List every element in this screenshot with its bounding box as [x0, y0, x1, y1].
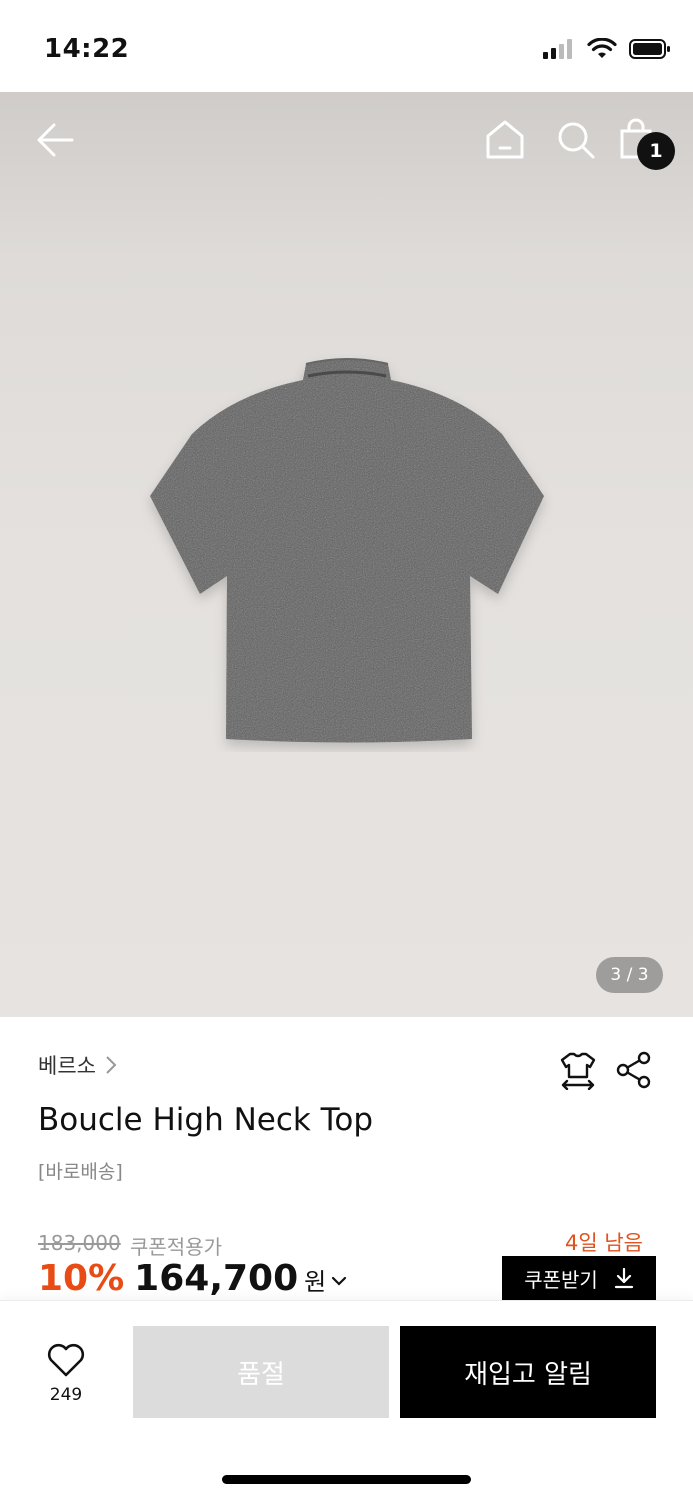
image-page-indicator: 3 / 3 [596, 957, 663, 993]
original-price: 183,000 [38, 1231, 121, 1255]
status-time: 14:22 [44, 34, 130, 64]
home-icon [486, 120, 524, 159]
soldout-button: 품절 [133, 1326, 389, 1418]
chevron-right-icon [106, 1056, 117, 1074]
chevron-down-icon [332, 1276, 347, 1286]
product-title: Boucle High Neck Top [38, 1102, 373, 1138]
arrow-left-icon [37, 123, 74, 157]
coupon-days-left: 4일 남음 [565, 1231, 643, 1255]
search-icon [558, 122, 595, 159]
top-navigation [0, 92, 693, 188]
size-guide-button[interactable] [558, 1050, 598, 1091]
discount-rate: 10% [38, 1258, 125, 1299]
brand-name: 베르소 [38, 1054, 96, 1078]
search-button[interactable] [555, 118, 597, 162]
status-icons [543, 38, 671, 60]
battery-icon [629, 39, 670, 59]
cart-count-badge: 1 [637, 132, 675, 170]
size-guide-icon [560, 1052, 596, 1091]
like-count: 249 [49, 1385, 83, 1405]
heart-icon [47, 1343, 85, 1377]
coupon-button-label: 쿠폰받기 [524, 1267, 598, 1292]
back-button[interactable] [34, 118, 78, 162]
sale-price: 164,700 [134, 1258, 299, 1299]
share-button[interactable] [614, 1050, 654, 1090]
wifi-icon [587, 38, 617, 58]
download-icon [614, 1267, 633, 1289]
share-icon [616, 1051, 651, 1089]
currency-unit: 원 [304, 1268, 327, 1296]
product-image-gallery[interactable]: 3 / 3 [0, 92, 693, 1017]
product-photo [150, 358, 544, 743]
home-indicator[interactable] [222, 1475, 471, 1484]
coupon-download-button[interactable]: 쿠폰받기 [502, 1256, 656, 1300]
signal-icon [543, 39, 572, 59]
status-bar: 14:22 [0, 0, 693, 92]
home-button[interactable] [484, 118, 526, 162]
price-row[interactable]: 10% 164,700 원 [38, 1258, 348, 1299]
delivery-tag: [바로배송] [38, 1161, 123, 1183]
restock-alert-button[interactable]: 재입고 알림 [400, 1326, 656, 1418]
coupon-price-label: 쿠폰적용가 [130, 1235, 222, 1259]
brand-link[interactable]: 베르소 [38, 1050, 118, 1080]
